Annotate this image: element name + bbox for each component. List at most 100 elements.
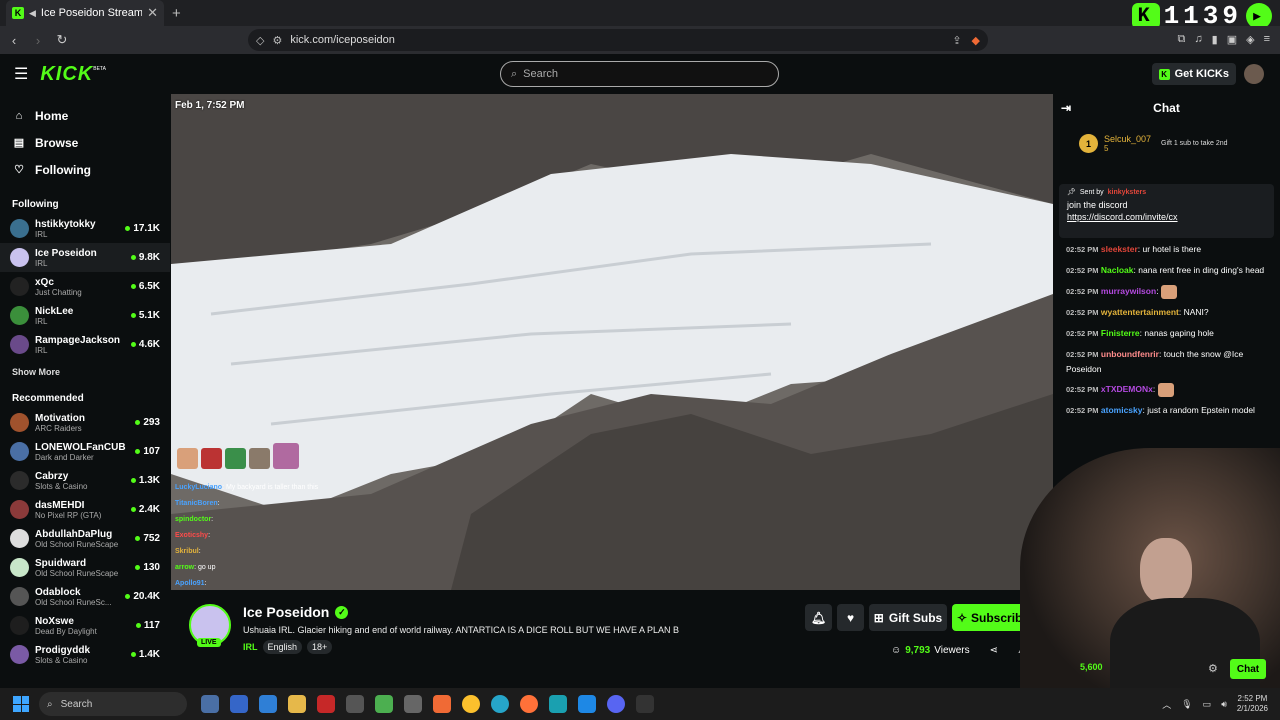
nav-home[interactable]: ⌂ Home (0, 102, 170, 129)
video-player[interactable]: Feb 1, 7:52 PM LuckyLuciano: My backyard… (171, 94, 1053, 590)
tray-overflow-icon[interactable]: ︿ (1162, 698, 1171, 711)
sidebar-channel[interactable]: Odablock Old School RuneSc... 20.4K (0, 582, 170, 611)
chat-send-button[interactable]: Chat (1230, 659, 1266, 679)
streamer-name[interactable]: Ice Poseidon (243, 604, 329, 620)
sidebar-channel[interactable]: LONEWOLFanCUB Dark and Darker 107 (0, 437, 170, 466)
stream-info: LIVE Ice Poseidon ✓ Ushuaia IRL. Glacier… (171, 590, 1053, 688)
top-gifter[interactable]: 1 Selcuk_007 5 (1079, 134, 1151, 153)
pinned-message[interactable]: 📌︎ Sent by kinkyksters join the discord … (1059, 184, 1274, 238)
site-info-icon[interactable]: ⚙ (272, 34, 282, 47)
channel-viewers: 752 (135, 533, 160, 544)
new-tab-button[interactable]: + (172, 5, 181, 22)
chat-username[interactable]: Finisterre (1101, 328, 1140, 338)
back-icon[interactable]: ‹ (4, 33, 24, 48)
kick-logo[interactable]: KICK (40, 63, 93, 86)
app-icon[interactable] (317, 695, 335, 713)
app-icon[interactable] (259, 695, 277, 713)
chat-username[interactable]: Nacloak (1101, 265, 1134, 275)
pinned-link[interactable]: https://discord.com/invite/cx (1067, 212, 1266, 222)
windows-start-icon[interactable] (13, 696, 29, 712)
sidebar-channel[interactable]: NickLee IRL 5.1K (0, 301, 170, 330)
app-icon[interactable] (346, 695, 364, 713)
tag-mature[interactable]: 18+ (307, 640, 333, 654)
channel-avatar (10, 413, 29, 432)
nav-following[interactable]: ♡ Following (0, 156, 170, 183)
chrome-icon[interactable] (462, 695, 480, 713)
firefox-icon[interactable] (520, 695, 538, 713)
chat-message[interactable]: 02:52 PM atomicsky: just a random Epstei… (1066, 403, 1274, 418)
sidebar-channel[interactable]: Spuidward Old School RuneScape 130 (0, 553, 170, 582)
wallet-icon[interactable]: ▣ (1227, 33, 1237, 46)
menu-icon[interactable]: ≡ (1264, 33, 1270, 46)
chat-username[interactable]: unboundfenrir (1101, 349, 1159, 359)
sidebar-channel[interactable]: Cabrzy Slots & Casino 1.3K (0, 466, 170, 495)
chat-settings-icon[interactable]: ⚙ (1208, 662, 1218, 675)
chat-message[interactable]: 02:52 PM Finisterre: nanas gaping hole (1066, 326, 1274, 341)
app-icon[interactable] (230, 695, 248, 713)
chat-message[interactable]: 02:52 PM wyattentertainment: NANI? (1066, 305, 1274, 320)
sidebar-channel[interactable]: Prodigyddk Slots & Casino 1.4K (0, 640, 170, 669)
share-icon[interactable]: ⇪ (952, 34, 961, 47)
chat-message[interactable]: 02:52 PM murraywilson: (1066, 284, 1274, 299)
app-icon[interactable] (201, 695, 219, 713)
chat-message[interactable]: 02:52 PM unboundfenrir: touch the snow @… (1066, 347, 1274, 376)
gift-subs-button[interactable]: ⊞ Gift Subs (869, 604, 947, 631)
stream-category[interactable]: IRL (243, 642, 258, 652)
sidebar-channel[interactable]: hstikkytokky IRL 17.1K (0, 214, 170, 243)
nav-browse[interactable]: ▤ Browse (0, 129, 170, 156)
app-icon[interactable] (549, 695, 567, 713)
url-text[interactable]: kick.com/iceposeidon (290, 34, 395, 46)
sidebar-channel[interactable]: dasMEHDI No Pixel RP (GTA) 2.4K (0, 495, 170, 524)
extensions-icon[interactable]: ⧉ (1178, 33, 1186, 46)
sidebar-channel[interactable]: AbdullahDaPlug Old School RuneScape 752 (0, 524, 170, 553)
brave-shield-icon[interactable]: ◆ (972, 34, 980, 47)
app-icon[interactable] (636, 695, 654, 713)
chat-message[interactable]: 02:52 PM Nacloak: nana rent free in ding… (1066, 263, 1274, 278)
chat-username[interactable]: murraywilson (1101, 286, 1156, 296)
sidebar-toggle-icon[interactable]: ▮ (1212, 33, 1218, 46)
app-icon[interactable] (375, 695, 393, 713)
sidebar-channel[interactable]: NoXswe Dead By Daylight 117 (0, 611, 170, 640)
sidebar-channel[interactable]: xQc Just Chatting 6.5K (0, 272, 170, 301)
mic-icon[interactable]: 🎙︎ (1181, 699, 1192, 710)
tag-language[interactable]: English (262, 640, 303, 654)
tab-close-icon[interactable]: ✕ (147, 5, 158, 21)
app-icon[interactable] (404, 695, 422, 713)
chat-username[interactable]: xTXDEMONx (1101, 384, 1153, 394)
chat-message[interactable]: 02:52 PM xTXDEMONx: (1066, 382, 1274, 397)
sidebar-channel[interactable]: Motivation ARC Raiders 293 (0, 408, 170, 437)
chat-message[interactable]: 02:52 PM sleekster: ur hotel is there (1066, 242, 1274, 257)
browser-tab[interactable]: K ◀ Ice Poseidon Stream - Watch ✕ (6, 0, 164, 26)
hamburger-menu-icon[interactable]: ☰ (14, 64, 28, 84)
show-more-button[interactable]: Show More (0, 367, 170, 377)
vpn-icon[interactable]: ◈ (1246, 33, 1254, 46)
vscode-icon[interactable] (578, 695, 596, 713)
chat-username[interactable]: sleekster (1101, 244, 1138, 254)
brave-icon[interactable] (433, 695, 451, 713)
discord-icon[interactable] (607, 695, 625, 713)
collapse-chat-icon[interactable]: ⇥ (1061, 101, 1071, 115)
sidebar-channel[interactable]: RampageJackson IRL 4.6K (0, 330, 170, 359)
follow-button[interactable]: ♥ (837, 604, 864, 631)
taskbar-search[interactable]: ⌕ Search (39, 692, 187, 716)
chat-username[interactable]: atomicsky (1101, 405, 1143, 415)
search-input[interactable]: ⌕ Search (500, 61, 779, 87)
share-icon[interactable]: ⋖ (990, 645, 998, 656)
network-icon[interactable]: ▭ (1203, 699, 1212, 710)
reload-icon[interactable]: ↻ (52, 32, 72, 48)
sidebar-channel[interactable]: Ice Poseidon IRL 9.8K (0, 243, 170, 272)
user-avatar[interactable] (1244, 64, 1264, 84)
edge-icon[interactable] (491, 695, 509, 713)
address-bar[interactable]: ◇ ⚙ kick.com/iceposeidon ⇪ ◆ (248, 29, 988, 51)
clock[interactable]: 2:52 PM 2/1/2026 (1237, 694, 1268, 714)
chat-username[interactable]: wyattentertainment (1101, 307, 1179, 317)
gift-prompt[interactable]: Gift 1 sub to take 2nd (1161, 140, 1228, 147)
channel-category: Old School RuneSc... (35, 597, 112, 607)
volume-icon[interactable]: 🔊︎ (1221, 699, 1227, 710)
bookmark-icon[interactable]: ◇ (256, 34, 264, 47)
get-kicks-button[interactable]: K Get KICKs (1151, 63, 1236, 85)
notifications-button[interactable]: 🔔︎ (805, 604, 832, 631)
media-icon[interactable]: ♫ (1194, 33, 1202, 46)
forward-icon[interactable]: › (28, 33, 48, 48)
file-explorer-icon[interactable] (288, 695, 306, 713)
